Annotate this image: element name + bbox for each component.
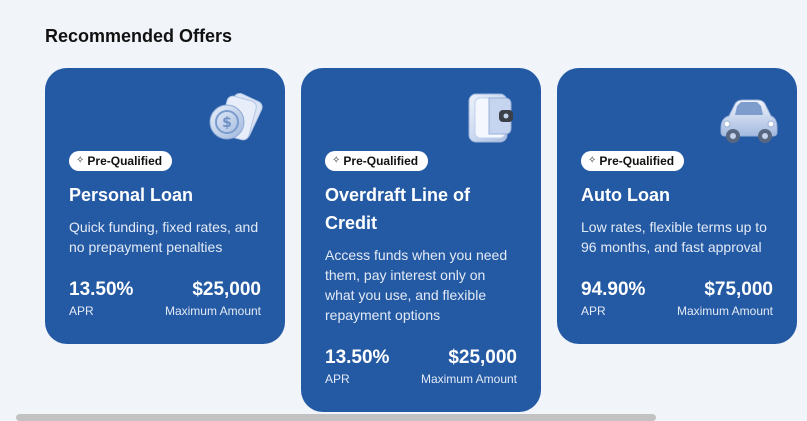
card-description: Access funds when you need them, pay int… bbox=[325, 247, 508, 323]
card-title: Overdraft Line of Credit bbox=[325, 185, 471, 233]
card-title: Personal Loan bbox=[69, 185, 194, 205]
card-title: Auto Loan bbox=[581, 185, 670, 205]
card-description: Quick funding, fixed rates, and no prepa… bbox=[69, 219, 259, 255]
apr-value: 13.50% bbox=[325, 347, 390, 368]
apr-value: 94.90% bbox=[581, 279, 646, 300]
max-amount-stat: $25,000 Maximum Amount bbox=[165, 278, 261, 318]
car-icon bbox=[715, 88, 779, 148]
badge-label: Pre-Qualified bbox=[343, 154, 419, 168]
max-amount-label: Maximum Amount bbox=[420, 372, 517, 386]
offer-card-overdraft-line-of-credit[interactable]: ✧ Pre-Qualified Overdraft Line of Credit… bbox=[301, 68, 541, 412]
max-amount-value: $75,000 bbox=[704, 279, 773, 300]
pre-qualified-badge: ✧ Pre-Qualified bbox=[325, 151, 429, 171]
offer-card-auto-loan[interactable]: ✧ Pre-Qualified Auto Loan Low rates, fle… bbox=[557, 68, 797, 344]
apr-stat: 94.90% APR bbox=[581, 278, 645, 318]
apr-stat: 13.50% APR bbox=[325, 346, 389, 386]
card-stats: 94.90% APR $75,000 Maximum Amount bbox=[581, 278, 773, 318]
sparkle-icon: ✧ bbox=[332, 155, 341, 166]
card-stats: 13.50% APR $25,000 Maximum Amount bbox=[325, 346, 517, 386]
pre-qualified-badge: ✧ Pre-Qualified bbox=[581, 151, 685, 171]
apr-label: APR bbox=[325, 372, 350, 386]
pre-qualified-badge: ✧ Pre-Qualified bbox=[69, 151, 173, 171]
max-amount-value: $25,000 bbox=[448, 347, 517, 368]
max-amount-stat: $25,000 Maximum Amount bbox=[421, 346, 517, 386]
badge-label: Pre-Qualified bbox=[599, 154, 675, 168]
max-amount-stat: $75,000 Maximum Amount bbox=[677, 278, 773, 318]
sparkle-icon: ✧ bbox=[588, 155, 597, 166]
apr-stat: 13.50% APR bbox=[69, 278, 133, 318]
card-description: Low rates, flexible terms up to 96 month… bbox=[581, 219, 767, 255]
apr-label: APR bbox=[581, 304, 606, 318]
max-amount-label: Maximum Amount bbox=[676, 304, 773, 318]
apr-value: 13.50% bbox=[69, 279, 134, 300]
card-stats: 13.50% APR $25,000 Maximum Amount bbox=[69, 278, 261, 318]
max-amount-label: Maximum Amount bbox=[164, 304, 261, 318]
apr-label: APR bbox=[69, 304, 94, 318]
offer-card-personal-loan[interactable]: $ ✧ Pre-Qualified Personal Loan Quick fu… bbox=[45, 68, 285, 344]
coins-icon: $ bbox=[203, 88, 267, 148]
sparkle-icon: ✧ bbox=[76, 155, 85, 166]
horizontal-scrollbar[interactable] bbox=[16, 414, 656, 421]
svg-text:$: $ bbox=[222, 115, 232, 131]
max-amount-value: $25,000 bbox=[192, 279, 261, 300]
badge-label: Pre-Qualified bbox=[87, 154, 163, 168]
wallet-icon bbox=[459, 88, 523, 148]
section-title: Recommended Offers bbox=[45, 26, 233, 46]
